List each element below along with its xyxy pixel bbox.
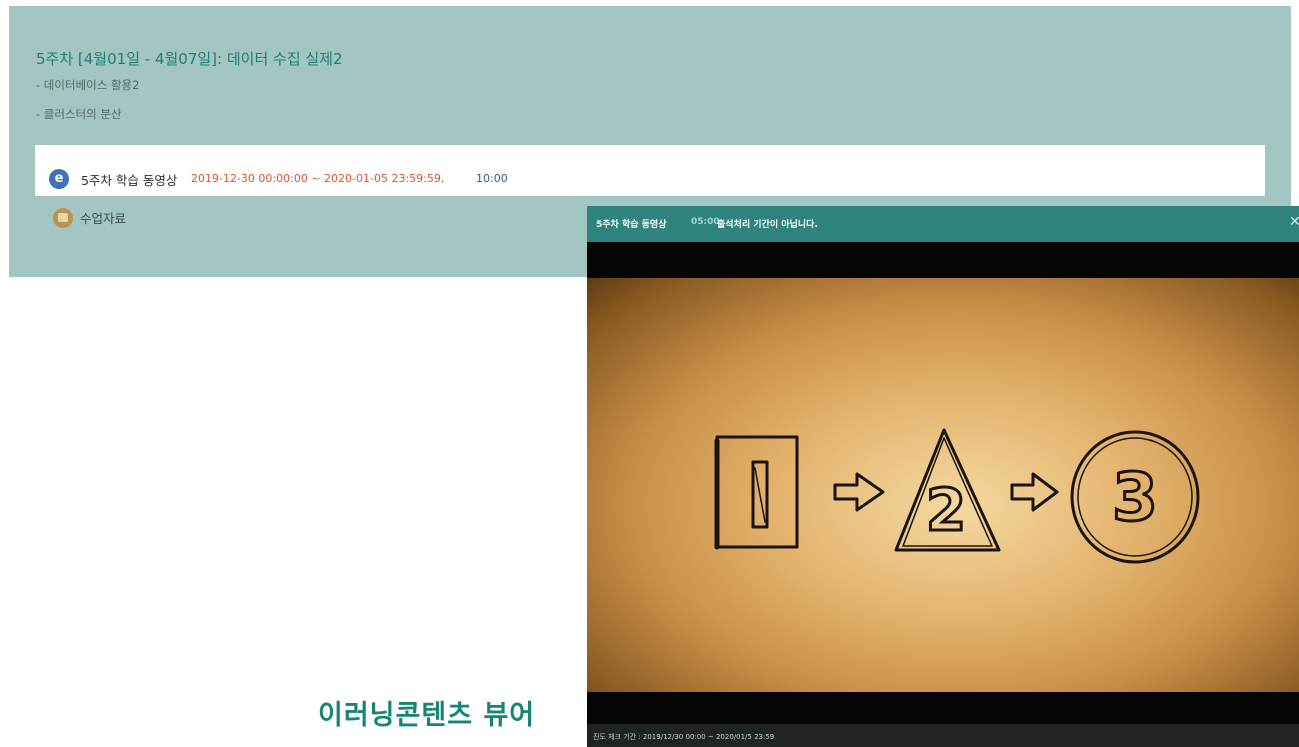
step-1-box [714, 435, 799, 550]
page: 5주차 [4월01일 - 4월07일]: 데이터 수집 실제2 - 데이터베이스… [0, 0, 1299, 747]
elearning-icon: e [49, 169, 69, 189]
video-frame-illustration: 2 3 [714, 428, 1200, 564]
elearning-viewer: 5주차 학습 동영상 05:00 출석처리 기간이 아닙니다. ✕ 2 3 진도… [587, 206, 1299, 747]
activity-duration: 10:00 [476, 172, 508, 185]
topic-item: - 클러스터의 분산 [36, 107, 122, 121]
resource-link[interactable]: 수업자료 [80, 208, 126, 227]
video-player[interactable]: 2 3 [587, 278, 1299, 692]
folder-icon [53, 208, 73, 228]
arrow-2-icon [1010, 472, 1059, 512]
viewer-header: 5주차 학습 동영상 05:00 출석처리 기간이 아닙니다. ✕ [587, 206, 1299, 242]
close-icon[interactable]: ✕ [1289, 214, 1299, 230]
viewer-footer: 진도 체크 기간 : 2019/12/30 00:00 ~ 2020/01/5 … [587, 724, 1299, 747]
activity-link[interactable]: 5주차 학습 동영상 [81, 170, 177, 189]
progress-check-period: 진도 체크 기간 : 2019/12/30 00:00 ~ 2020/01/5 … [593, 733, 775, 741]
topic-item: - 데이터베이스 활용2 [36, 78, 140, 92]
viewer-title: 5주차 학습 동영상 [596, 220, 667, 230]
attendance-notice: 출석처리 기간이 아닙니다. [717, 220, 818, 230]
viewer-elapsed-time: 05:00 [691, 217, 720, 227]
viewer-caption: 이러닝콘텐츠 뷰어 [318, 700, 536, 731]
step-2-label: 2 [926, 476, 966, 544]
letterbox-bottom [587, 692, 1299, 724]
activity-period: 2019-12-30 00:00:00 ~ 2020-01-05 23:59:5… [191, 172, 445, 185]
step-3-label: 3 [1112, 459, 1158, 536]
week-title: 5주차 [4월01일 - 4월07일]: 데이터 수집 실제2 [36, 50, 343, 68]
letterbox-top [587, 242, 1299, 278]
arrow-1-icon [833, 472, 885, 512]
activity-row[interactable]: e 5주차 학습 동영상 2019-12-30 00:00:00 ~ 2020-… [35, 145, 1265, 196]
